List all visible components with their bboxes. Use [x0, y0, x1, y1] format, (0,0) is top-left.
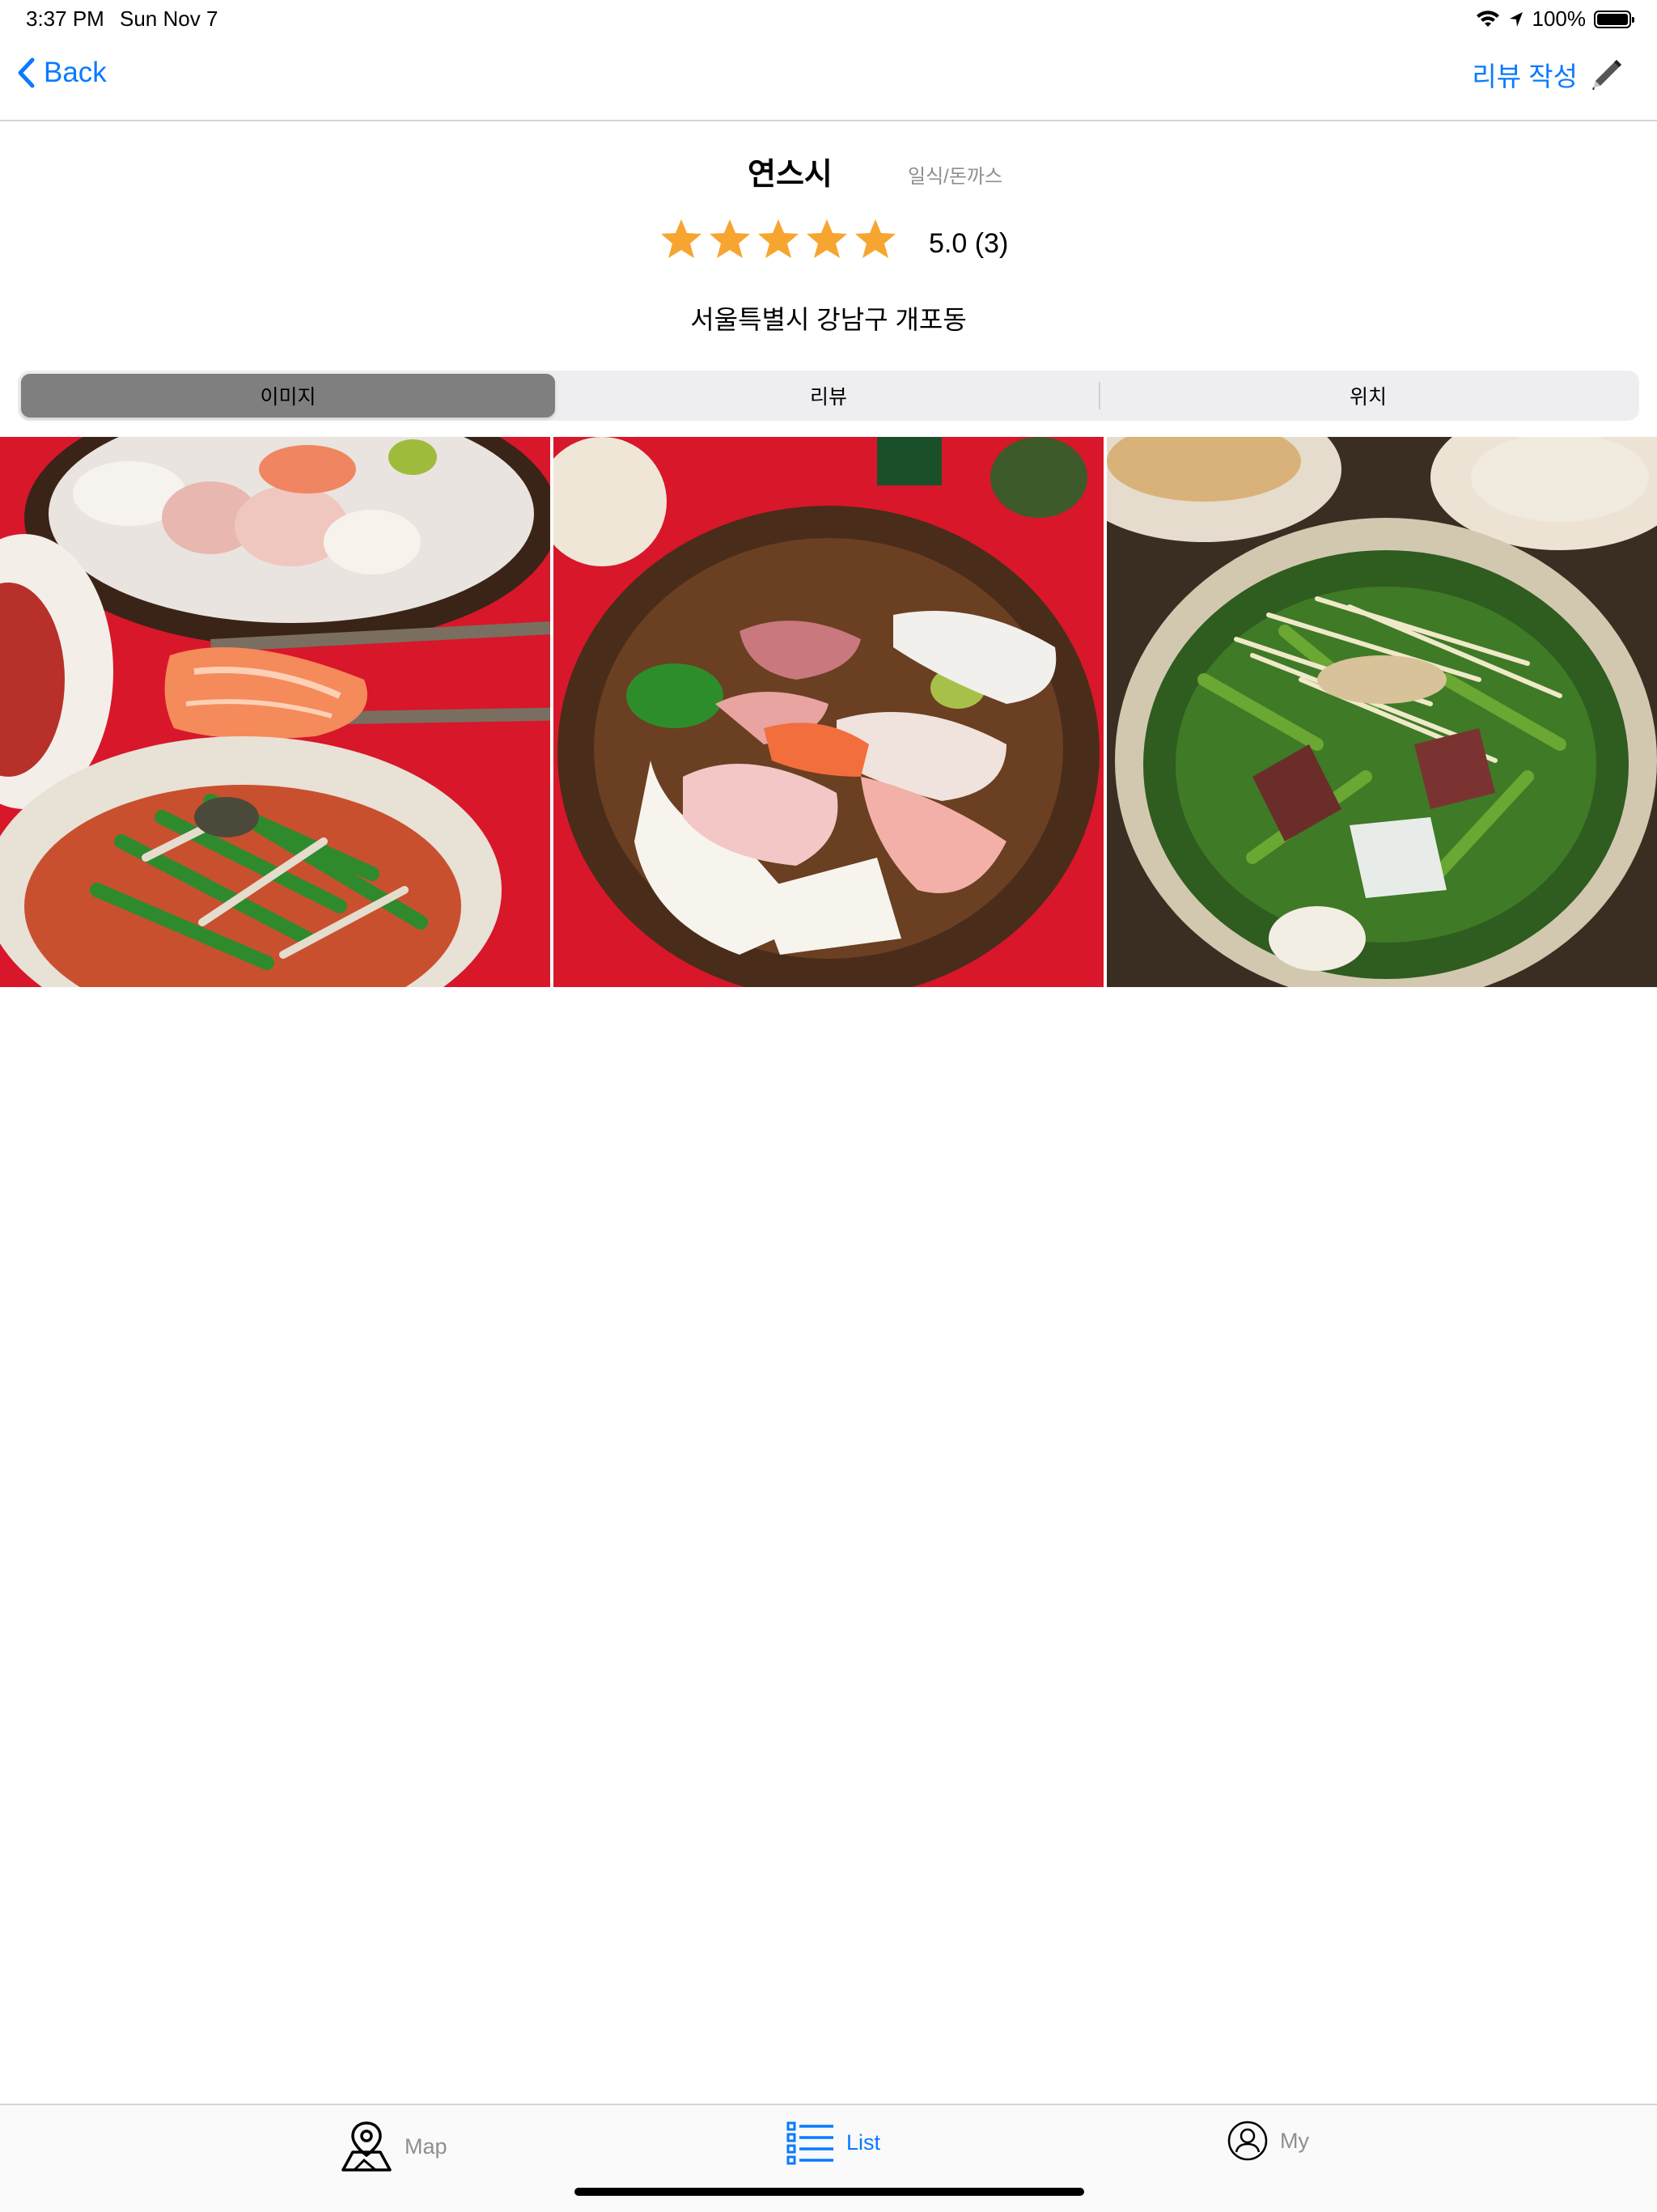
- star-icon: [710, 219, 750, 258]
- tab-map[interactable]: Map: [340, 2120, 447, 2173]
- rating-stars: [659, 217, 898, 262]
- tab-list[interactable]: List: [786, 2120, 880, 2165]
- location-arrow-icon: [1509, 11, 1523, 27]
- star-icon: [758, 219, 799, 258]
- chevron-left-icon: [18, 57, 35, 88]
- tab-location-label: 위치: [1349, 386, 1387, 409]
- navigation-bar: Back 리뷰 작성: [0, 39, 1657, 121]
- tab-reviews-label: 리뷰: [809, 386, 847, 409]
- tab-reviews[interactable]: 리뷰: [560, 374, 1097, 417]
- home-indicator: [574, 2188, 1084, 2196]
- status-right: 100%: [1476, 6, 1634, 32]
- tab-my[interactable]: My: [1227, 2120, 1309, 2162]
- battery-icon: [1594, 10, 1634, 28]
- pen-icon: [1592, 60, 1621, 91]
- restaurant-name: 연스시: [748, 158, 833, 192]
- tab-images[interactable]: 이미지: [21, 374, 555, 417]
- rating-text: 5.0 (3): [929, 228, 1009, 259]
- back-label: Back: [44, 57, 107, 88]
- write-review-label: 리뷰 작성: [1472, 61, 1578, 91]
- status-bar: 3:37 PM Sun Nov 7 100%: [0, 0, 1657, 39]
- tab-list-label: List: [846, 2129, 881, 2155]
- battery-percent: 100%: [1532, 6, 1587, 31]
- sashimi-platter-photo[interactable]: [553, 437, 1104, 987]
- restaurant-header: 연스시 일식/돈까스: [0, 146, 1657, 194]
- status-date: Sun Nov 7: [120, 6, 218, 31]
- star-icon: [807, 219, 847, 258]
- back-button[interactable]: Back: [16, 57, 107, 89]
- star-icon: [661, 219, 701, 258]
- tab-map-label: Map: [405, 2134, 447, 2159]
- tab-images-label: 이미지: [260, 386, 316, 409]
- wifi-icon: [1476, 10, 1499, 27]
- rating-row: 5.0 (3): [0, 217, 1657, 269]
- map-pin-icon: [341, 2121, 392, 2172]
- write-review-button[interactable]: 리뷰 작성: [1472, 55, 1625, 94]
- segmented-control: 이미지 리뷰 위치: [18, 371, 1639, 421]
- list-icon: [786, 2121, 833, 2165]
- tab-my-label: My: [1280, 2128, 1309, 2153]
- hoe-salad-photo[interactable]: [1107, 437, 1657, 987]
- person-icon: [1227, 2121, 1268, 2161]
- status-time: 3:37 PM: [26, 6, 104, 31]
- salmon-sashimi-photo[interactable]: [0, 437, 550, 987]
- photo-grid: [0, 437, 1657, 987]
- restaurant-category: 일식/돈까스: [908, 166, 1003, 188]
- star-icon: [855, 219, 896, 258]
- tab-location[interactable]: 위치: [1100, 374, 1636, 417]
- restaurant-address: 서울특별시 강남구 개포동: [690, 305, 967, 334]
